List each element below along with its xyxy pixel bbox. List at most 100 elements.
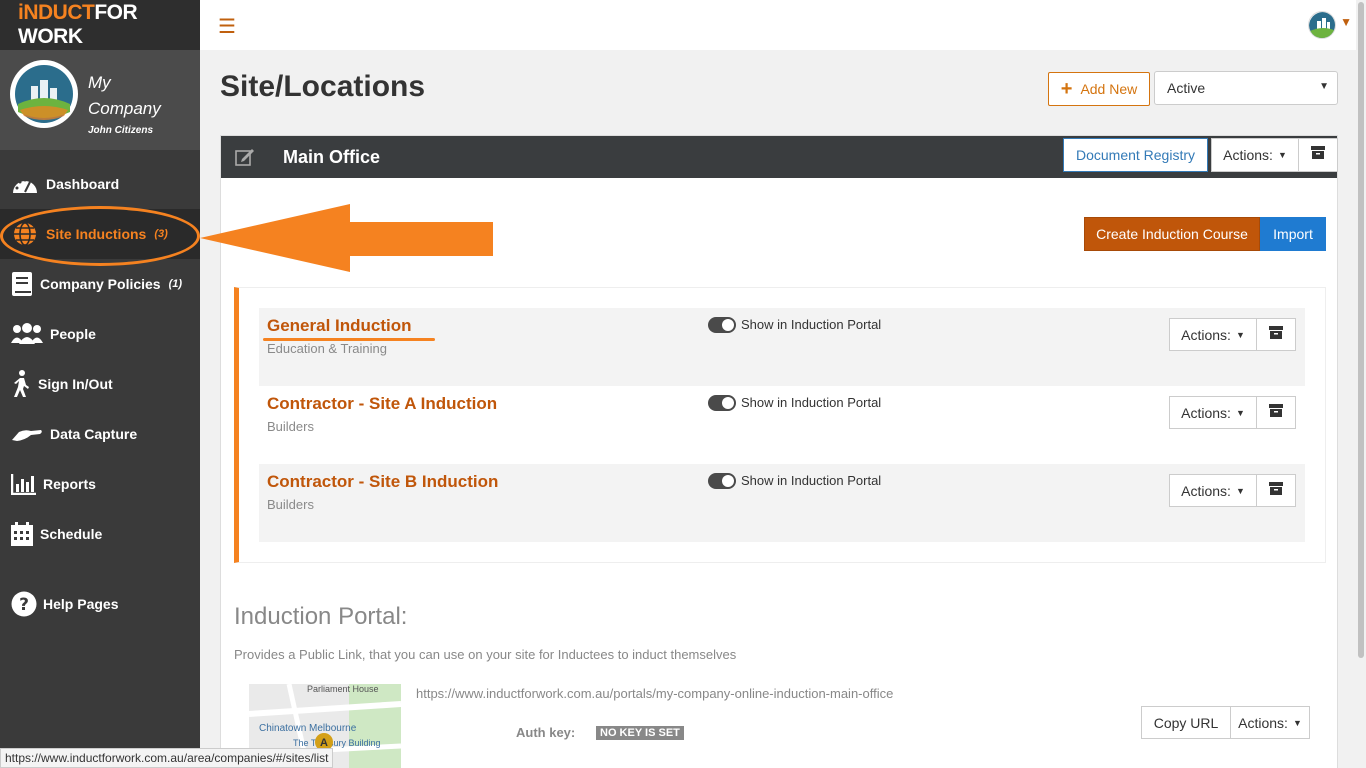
archive-icon: [1269, 325, 1283, 344]
sidebar-item-sign-in-out[interactable]: Sign In/Out: [0, 359, 200, 409]
portal-heading: Induction Portal:: [234, 603, 408, 630]
status-bar-link: https://www.inductforwork.com.au/area/co…: [0, 748, 334, 768]
company-user: John Citizens: [88, 125, 154, 136]
portal-toggle[interactable]: [708, 395, 736, 411]
portal-actions-button[interactable]: Actions: ▼: [1230, 706, 1310, 739]
caret-down-icon: ▼: [1277, 150, 1287, 160]
caret-down-icon: ▼: [1292, 717, 1302, 728]
sidebar: iNDUCTFOR WORK My Company John Citizens …: [0, 0, 200, 768]
archive-course-button[interactable]: [1256, 474, 1296, 507]
menu-toggle-icon[interactable]: ☰: [218, 14, 236, 39]
caret-down-icon: ▼: [1235, 485, 1245, 496]
add-new-button[interactable]: + Add New: [1048, 72, 1150, 106]
portal-toggle-label: Show in Induction Portal: [741, 473, 882, 488]
sidebar-item-data-capture[interactable]: Data Capture: [0, 409, 200, 459]
status-filter-select[interactable]: Active ▼: [1154, 71, 1338, 105]
portal-toggle[interactable]: [708, 317, 736, 333]
portal-toggle-label: Show in Induction Portal: [741, 395, 882, 410]
page-title: Site/Locations: [220, 70, 426, 103]
actions-label: Actions:: [1223, 147, 1273, 163]
company-name: My Company: [88, 73, 161, 118]
archive-icon: [1269, 403, 1283, 422]
course-title[interactable]: Contractor - Site B Induction: [267, 472, 498, 492]
course-actions-button[interactable]: Actions: ▼: [1169, 318, 1257, 351]
portal-toggle-label: Show in Induction Portal: [741, 317, 882, 332]
sidebar-item-label: Help Pages: [43, 596, 119, 612]
course-category: Builders: [267, 419, 314, 434]
sidebar-item-reports[interactable]: Reports: [0, 459, 200, 509]
site-actions-button[interactable]: Actions: ▼: [1211, 138, 1299, 172]
walking-icon: [10, 369, 32, 399]
sidebar-item-schedule[interactable]: Schedule: [0, 509, 200, 559]
map-label: Chinatown Melbourne: [259, 723, 357, 734]
logo-text-1: iNDUCT: [18, 1, 95, 24]
portal-url[interactable]: https://www.inductforwork.com.au/portals…: [416, 686, 893, 701]
panel-header: Main Office Document Registry Actions: ▼: [221, 136, 1338, 178]
import-button[interactable]: Import: [1260, 217, 1326, 251]
logo[interactable]: iNDUCTFOR WORK: [0, 0, 200, 50]
list-item: Contractor - Site B Induction Builders S…: [259, 464, 1305, 542]
course-title[interactable]: General Induction: [267, 316, 412, 336]
sidebar-item-company-policies[interactable]: Company Policies (1): [0, 259, 200, 309]
add-new-label: Add New: [1080, 81, 1138, 97]
map-label: The Treasury Building: [293, 738, 381, 748]
book-icon: [10, 269, 34, 299]
archive-icon: [1269, 481, 1283, 500]
archive-course-button[interactable]: [1256, 396, 1296, 429]
sidebar-item-label: Company Policies: [40, 276, 161, 292]
status-filter-value: Active: [1167, 80, 1206, 96]
sidebar-item-help-pages[interactable]: ? Help Pages: [0, 579, 200, 629]
course-actions-button[interactable]: Actions: ▼: [1169, 396, 1257, 429]
course-actions-button[interactable]: Actions: ▼: [1169, 474, 1257, 507]
actions-label: Actions:: [1181, 326, 1231, 343]
company-profile[interactable]: My Company John Citizens: [0, 50, 200, 150]
plus-icon: +: [1060, 77, 1073, 100]
chevron-down-icon: ▼: [1319, 81, 1329, 92]
create-induction-course-button[interactable]: Create Induction Course: [1084, 217, 1260, 251]
caret-down-icon: ▼: [1235, 407, 1245, 418]
auth-key-badge: NO KEY IS SET: [596, 726, 684, 740]
calendar-icon: [10, 519, 34, 549]
sidebar-item-label: Reports: [43, 476, 96, 492]
chevron-down-icon[interactable]: ▼: [1340, 15, 1352, 29]
svg-text:?: ?: [19, 595, 29, 615]
user-avatar[interactable]: [1308, 11, 1336, 39]
list-item: Contractor - Site A Induction Builders S…: [259, 386, 1305, 464]
induction-course-list: General Induction Education & Training S…: [234, 287, 1326, 563]
list-item: General Induction Education & Training S…: [259, 308, 1305, 386]
sidebar-item-label: Schedule: [40, 526, 103, 542]
help-icon: ?: [10, 589, 37, 619]
sidebar-item-label: Sign In/Out: [38, 376, 113, 392]
highlight-arrow-icon: [200, 204, 493, 272]
sidebar-item-people[interactable]: People: [0, 309, 200, 359]
highlight-underline: [263, 338, 435, 341]
edit-icon[interactable]: [235, 148, 255, 171]
actions-label: Actions:: [1181, 404, 1231, 421]
actions-label: Actions:: [1238, 714, 1288, 731]
copy-url-button[interactable]: Copy URL: [1141, 706, 1231, 739]
speedometer-icon: [10, 169, 40, 199]
sidebar-item-label: Dashboard: [46, 176, 120, 192]
company-avatar: [10, 60, 78, 128]
highlight-ellipse: [0, 206, 200, 266]
document-registry-button[interactable]: Document Registry: [1063, 138, 1208, 172]
map-label: Parliament House: [307, 684, 379, 694]
site-name: Main Office: [283, 147, 381, 167]
archive-course-button[interactable]: [1256, 318, 1296, 351]
bar-chart-icon: [10, 469, 37, 499]
auth-key-label: Auth key:: [516, 725, 576, 740]
hand-icon: [10, 419, 44, 449]
portal-description: Provides a Public Link, that you can use…: [234, 647, 737, 662]
sidebar-item-label: Data Capture: [50, 426, 138, 442]
portal-toggle[interactable]: [708, 473, 736, 489]
archive-site-button[interactable]: [1298, 138, 1338, 172]
scrollbar[interactable]: [1356, 0, 1366, 768]
sidebar-item-count: (1): [168, 278, 183, 290]
people-icon: [10, 319, 44, 349]
course-title[interactable]: Contractor - Site A Induction: [267, 394, 497, 414]
sidebar-item-dashboard[interactable]: Dashboard: [0, 159, 200, 209]
course-category: Education & Training: [267, 341, 387, 356]
top-bar: ☰ ▼: [200, 0, 1356, 50]
course-category: Builders: [267, 497, 314, 512]
archive-icon: [1311, 146, 1325, 164]
